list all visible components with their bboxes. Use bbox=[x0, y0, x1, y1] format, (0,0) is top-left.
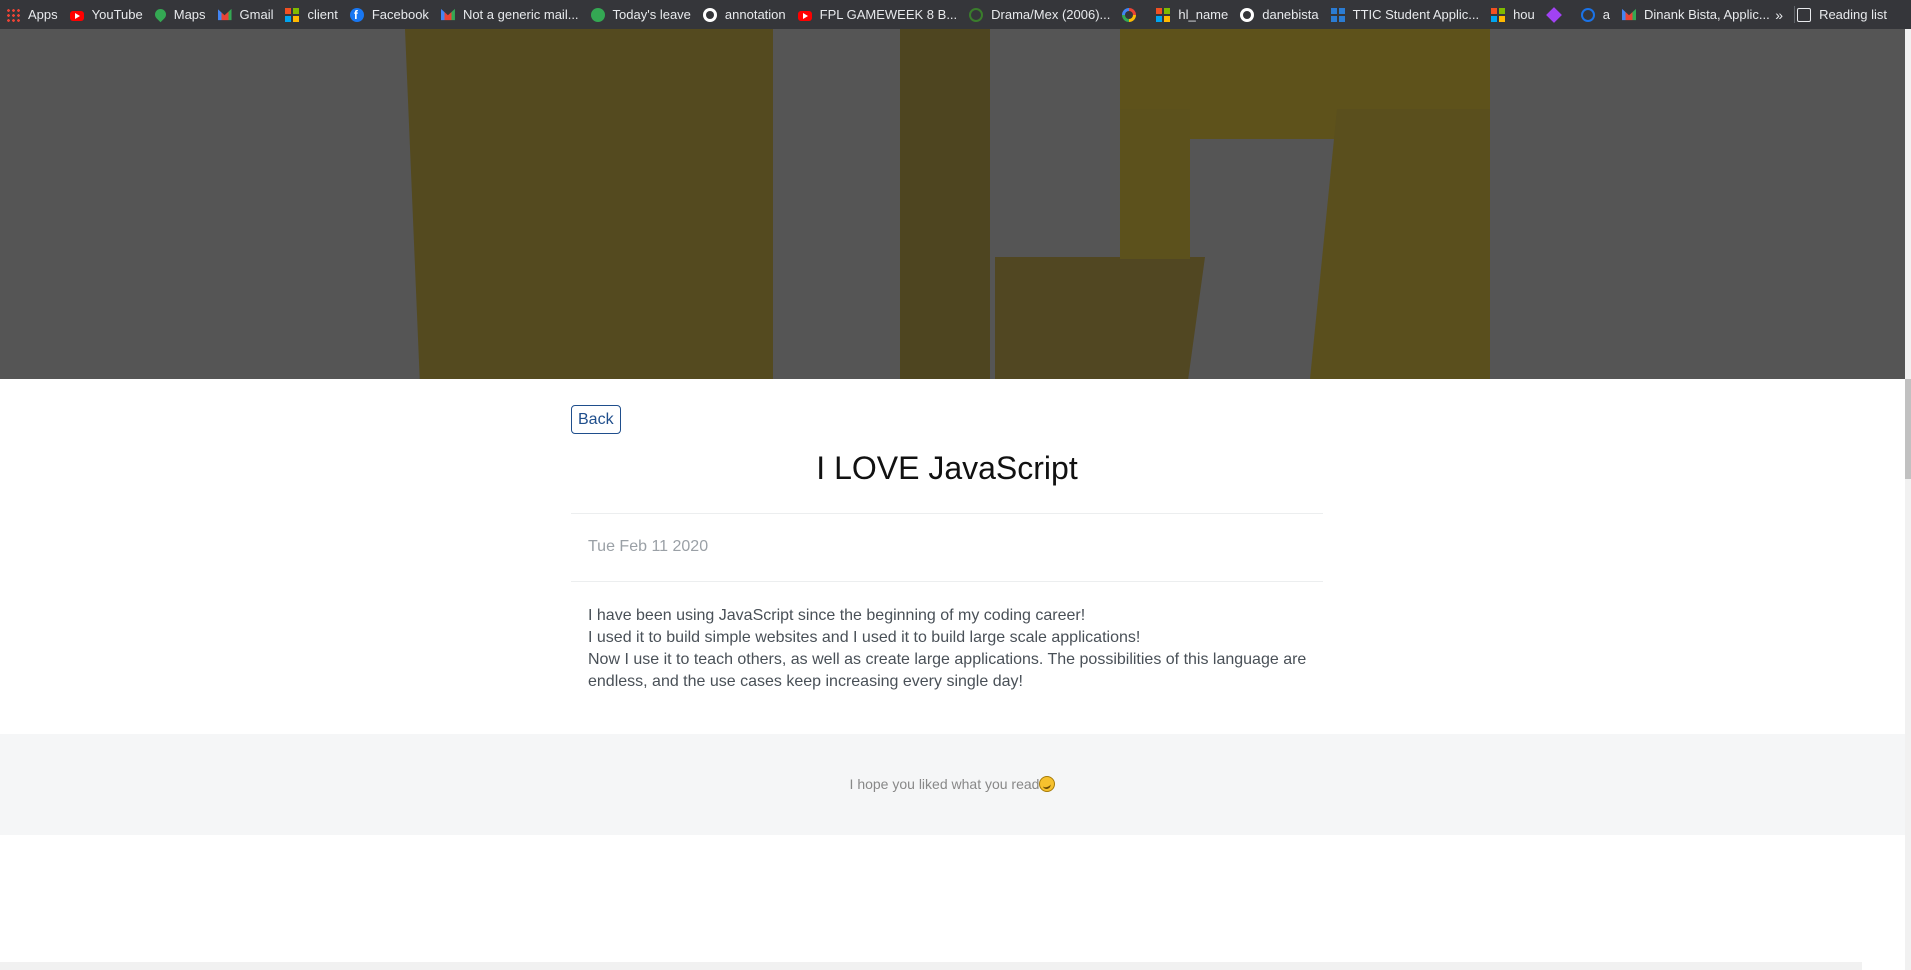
youtube-icon bbox=[797, 10, 812, 21]
rofl-emoji-icon bbox=[1039, 776, 1056, 792]
gmail-icon bbox=[217, 8, 232, 21]
bookmark-label: Not a generic mail... bbox=[462, 7, 579, 22]
bookmark-label: Apps bbox=[28, 7, 58, 22]
bookmark-danebista[interactable]: danebista bbox=[1236, 0, 1326, 29]
post-body-line: I have been using JavaScript since the b… bbox=[588, 607, 1086, 624]
post-title: I LOVE JavaScript bbox=[816, 450, 1078, 486]
hero-banner-image bbox=[0, 29, 1911, 379]
bookmark-drama-mex[interactable]: Drama/Mex (2006)... bbox=[965, 0, 1118, 29]
reading-list-label: Reading list bbox=[1819, 7, 1887, 22]
github-icon bbox=[702, 7, 717, 22]
footer-text: I hope you liked what you read bbox=[849, 776, 1040, 792]
green-circle-icon bbox=[590, 7, 605, 22]
bookmark-annotation[interactable]: annotation bbox=[699, 0, 794, 29]
bookmark-client[interactable]: client bbox=[281, 0, 345, 29]
back-button[interactable]: Back bbox=[571, 405, 621, 434]
bookmark-label: Gmail bbox=[239, 7, 274, 22]
bookmark-label: Today's leave bbox=[612, 7, 691, 22]
bookmark-maps[interactable]: Maps bbox=[151, 0, 214, 29]
hero-logo-s-left bbox=[1120, 109, 1190, 259]
post-body-line: Now I use it to teach others, as well as… bbox=[588, 651, 1307, 690]
diamond-icon bbox=[1545, 6, 1562, 23]
youtube-icon bbox=[69, 10, 84, 21]
leaf-icon bbox=[969, 7, 984, 22]
horizontal-scrollbar-track[interactable] bbox=[0, 962, 1862, 970]
gmail-icon bbox=[440, 8, 455, 21]
microsoft-icon bbox=[285, 7, 300, 22]
bookmark-label: danebista bbox=[1262, 7, 1319, 22]
bookmark-label: Maps bbox=[173, 7, 206, 22]
microsoft-icon bbox=[1491, 7, 1506, 22]
post-body-line: I used it to build simple websites and I… bbox=[588, 629, 1141, 646]
bookmark-label: Dinank Bista, Applic... bbox=[1644, 7, 1770, 22]
reading-list-icon bbox=[1797, 7, 1812, 22]
bookmark-label: annotation bbox=[724, 7, 786, 22]
reading-list-button[interactable]: Reading list bbox=[1793, 0, 1895, 29]
date-divider bbox=[571, 581, 1323, 582]
microsoft-blue-icon bbox=[1330, 7, 1345, 22]
microsoft-icon bbox=[1156, 7, 1171, 22]
hero-logo-j-stroke bbox=[900, 29, 990, 379]
github-icon bbox=[1240, 7, 1255, 22]
hero-logo-s-right bbox=[1310, 109, 1490, 379]
bookmark-label: FPL GAMEWEEK 8 B... bbox=[819, 7, 958, 22]
bookmark-ttic-student[interactable]: TTIC Student Applic... bbox=[1327, 0, 1487, 29]
title-divider bbox=[571, 513, 1323, 514]
bookmark-label: Drama/Mex (2006)... bbox=[991, 7, 1111, 22]
page-footer: I hope you liked what you read bbox=[0, 734, 1905, 835]
gmail-icon bbox=[1622, 8, 1637, 21]
hero-logo-s-middle bbox=[995, 257, 1205, 379]
bookmark-hl-name[interactable]: hl_name bbox=[1152, 0, 1236, 29]
post-body: I have been using JavaScript since the b… bbox=[588, 605, 1308, 693]
bookmarks-bar: Apps YouTube Maps Gmail client Facebook … bbox=[0, 0, 1911, 29]
post-date: Tue Feb 11 2020 bbox=[588, 538, 709, 555]
bookmark-gmail[interactable]: Gmail bbox=[214, 0, 282, 29]
facebook-icon bbox=[349, 7, 364, 22]
bookmark-hou[interactable]: hou bbox=[1487, 0, 1543, 29]
bookmark-label: YouTube bbox=[91, 7, 143, 22]
footer-message: I hope you liked what you read bbox=[0, 776, 1905, 792]
bookmark-label: hou bbox=[1513, 7, 1535, 22]
bookmark-todays-leave[interactable]: Today's leave bbox=[587, 0, 699, 29]
bookmark-a[interactable]: a bbox=[1577, 0, 1618, 29]
bookmark-apps[interactable]: Apps bbox=[2, 0, 66, 29]
bookmark-label: client bbox=[307, 7, 338, 22]
page-scrollbar-track[interactable] bbox=[1905, 29, 1911, 970]
ring-icon bbox=[1580, 7, 1595, 22]
bookmark-dinank-bista[interactable]: Dinank Bista, Applic... bbox=[1618, 0, 1778, 29]
bookmark-not-a-generic-mail[interactable]: Not a generic mail... bbox=[437, 0, 587, 29]
maps-pin-icon bbox=[152, 6, 169, 23]
bookmark-fpl-gameweek[interactable]: FPL GAMEWEEK 8 B... bbox=[794, 0, 966, 29]
google-icon bbox=[1122, 7, 1137, 22]
bookmark-youtube[interactable]: YouTube bbox=[66, 0, 151, 29]
more-bookmarks-chevron-icon[interactable]: » bbox=[1775, 0, 1783, 29]
bookmark-label: a bbox=[1602, 7, 1611, 22]
bookmark-label: Facebook bbox=[371, 7, 429, 22]
bookmark-label: hl_name bbox=[1178, 7, 1229, 22]
page-scrollbar-thumb[interactable] bbox=[1905, 379, 1911, 479]
bookmark-label: TTIC Student Applic... bbox=[1352, 7, 1480, 22]
bookmark-google[interactable] bbox=[1118, 0, 1152, 29]
bookmark-diamond[interactable] bbox=[1543, 0, 1577, 29]
hero-logo-left-plate bbox=[405, 29, 773, 379]
bookmark-facebook[interactable]: Facebook bbox=[346, 0, 437, 29]
apps-grid-icon bbox=[6, 7, 20, 22]
